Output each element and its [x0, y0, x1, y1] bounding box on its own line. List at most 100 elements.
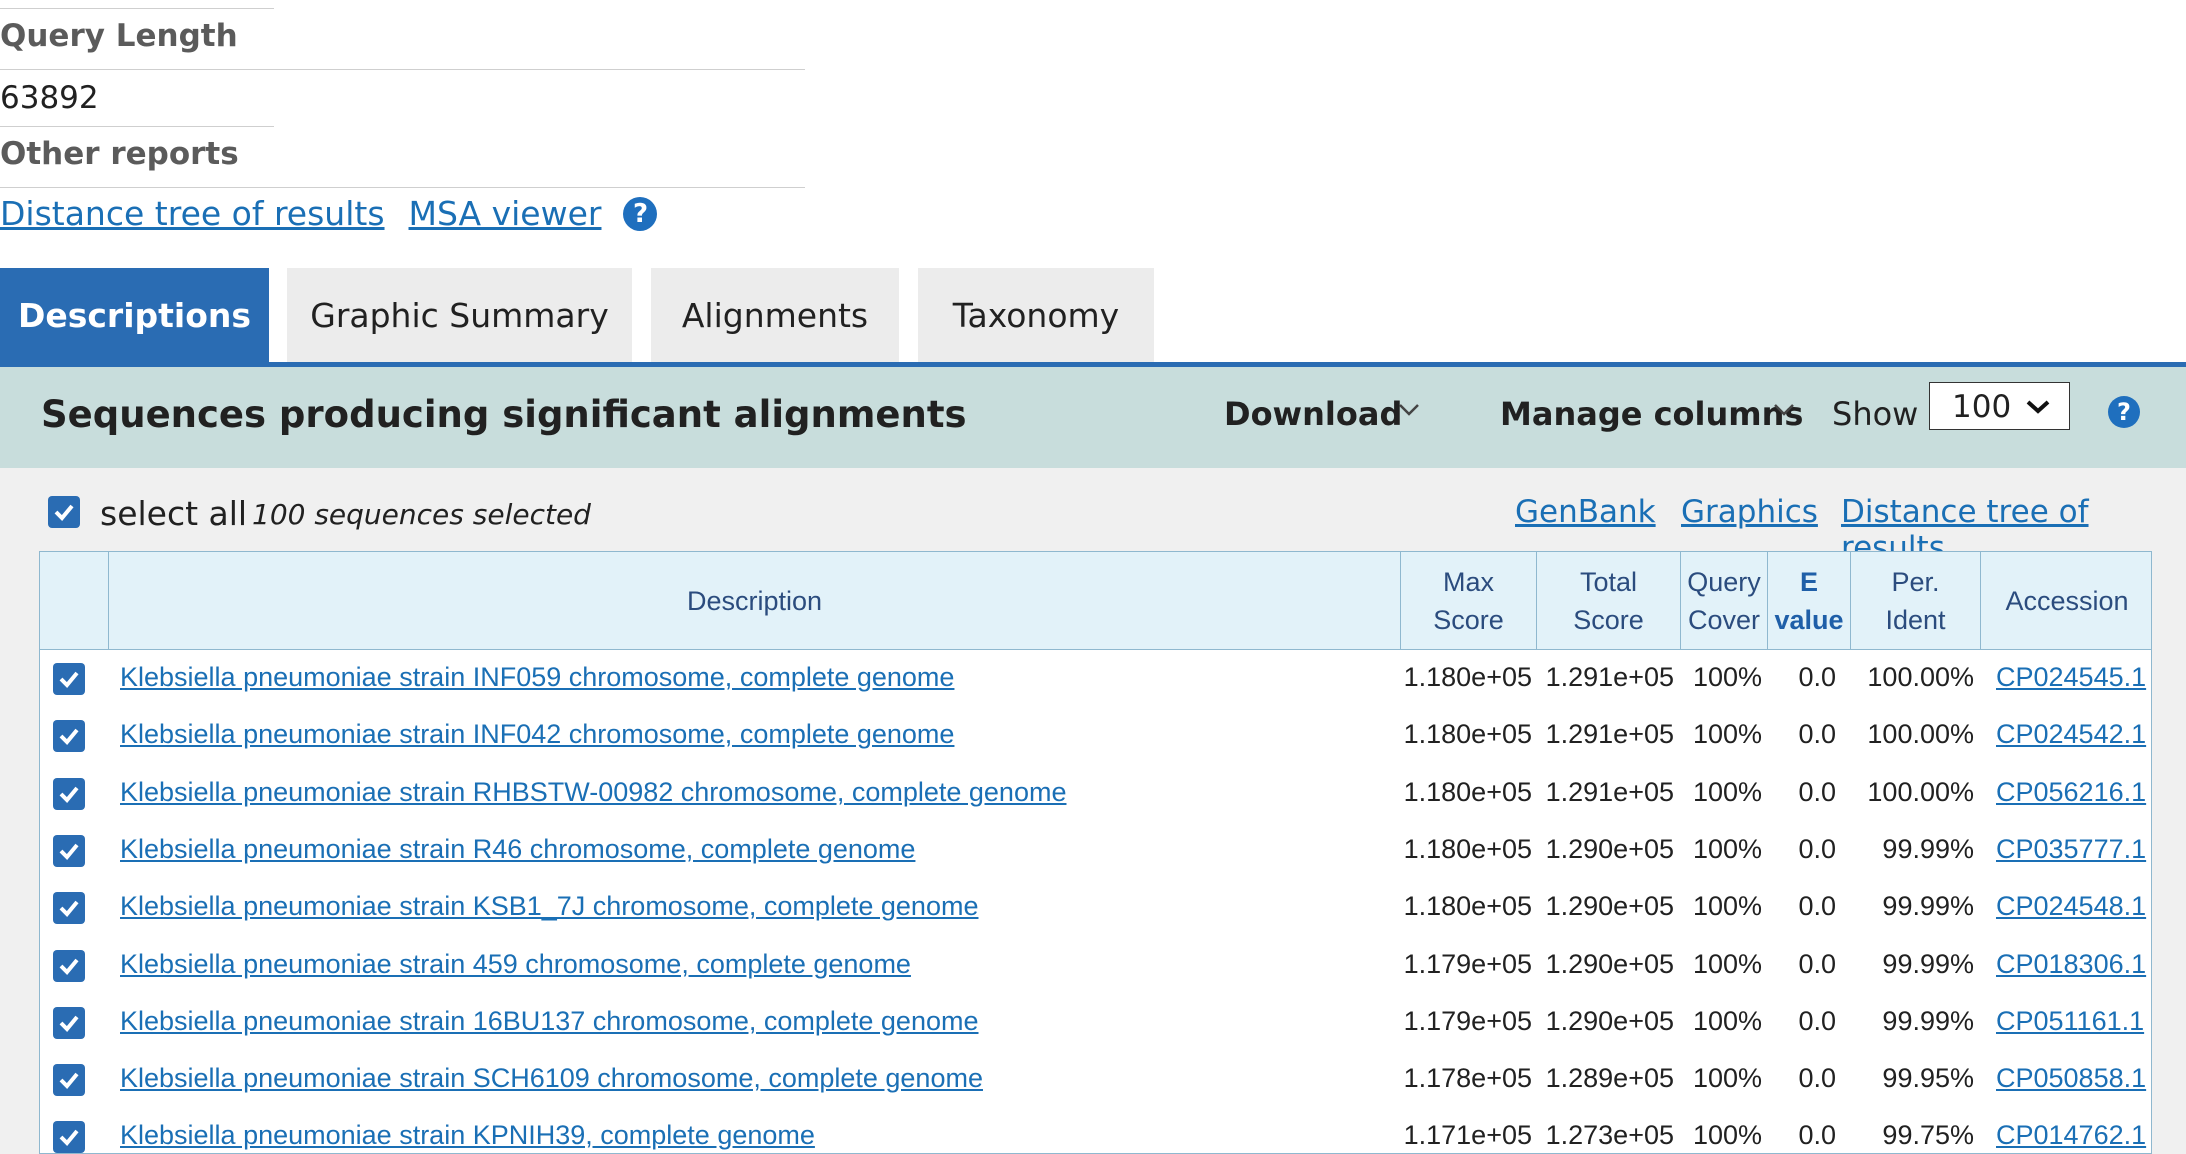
column-query-cover-line2: Cover — [1687, 604, 1761, 635]
row-query-cover: 100% — [1692, 891, 1762, 922]
row-per-ident: 99.99% — [1882, 1005, 1974, 1036]
divider — [0, 126, 274, 127]
row-checkbox[interactable] — [53, 1064, 85, 1097]
table-row: Klebsiella pneumoniae strain 16BU137 chr… — [40, 994, 2151, 1051]
row-total-score: 1.290e+05 — [1545, 948, 1674, 979]
row-query-cover: 100% — [1692, 719, 1762, 750]
show-label: Show — [1832, 395, 1919, 433]
row-accession-link[interactable]: CP035777.1 — [1996, 834, 2146, 865]
row-checkbox[interactable] — [53, 777, 85, 810]
show-count-value: 100 — [1952, 389, 2012, 425]
results-title: Sequences producing significant alignmen… — [41, 393, 967, 436]
column-total-score-line2: Score — [1573, 604, 1644, 635]
genbank-link[interactable]: GenBank — [1515, 494, 1656, 530]
row-accession-link[interactable]: CP051161.1 — [1996, 1006, 2144, 1037]
tab-alignments[interactable]: Alignments — [651, 268, 899, 362]
help-icon[interactable]: ? — [623, 196, 658, 231]
row-checkbox[interactable] — [53, 892, 85, 925]
column-per-ident[interactable]: Per. Ident — [1851, 552, 1980, 649]
row-description-link[interactable]: Klebsiella pneumoniae strain KSB1_7J chr… — [120, 891, 978, 922]
row-query-cover: 100% — [1692, 833, 1762, 864]
row-description-link[interactable]: Klebsiella pneumoniae strain RHBSTW-0098… — [120, 777, 1066, 808]
row-max-score: 1.180e+05 — [1403, 891, 1532, 922]
row-description-link[interactable]: Klebsiella pneumoniae strain 16BU137 chr… — [120, 1006, 979, 1037]
column-max-score[interactable]: Max Score — [1401, 552, 1536, 649]
row-max-score: 1.180e+05 — [1403, 833, 1532, 864]
row-per-ident: 99.95% — [1882, 1063, 1974, 1094]
row-total-score: 1.273e+05 — [1545, 1120, 1674, 1151]
column-query-cover[interactable]: Query Cover — [1681, 552, 1767, 649]
row-accession-link[interactable]: CP014762.1 — [1996, 1120, 2146, 1151]
row-checkbox[interactable] — [53, 720, 85, 753]
row-max-score: 1.179e+05 — [1403, 948, 1532, 979]
row-per-ident: 100.00% — [1867, 776, 1974, 807]
msa-viewer-link[interactable]: MSA viewer — [409, 194, 602, 233]
row-total-score: 1.291e+05 — [1545, 719, 1674, 750]
tab-taxonomy[interactable]: Taxonomy — [918, 268, 1154, 362]
other-reports-label: Other reports — [0, 136, 239, 172]
help-icon[interactable]: ? — [2108, 396, 2140, 428]
row-total-score: 1.291e+05 — [1545, 776, 1674, 807]
row-checkbox[interactable] — [53, 949, 85, 982]
row-accession-link[interactable]: CP018306.1 — [1996, 949, 2146, 980]
row-per-ident: 100.00% — [1867, 719, 1974, 750]
manage-columns-menu[interactable]: Manage columns — [1500, 395, 1803, 433]
row-checkbox[interactable] — [53, 663, 85, 695]
graphics-link[interactable]: Graphics — [1681, 494, 1818, 530]
row-accession-link[interactable]: CP050858.1 — [1996, 1063, 2146, 1094]
row-max-score: 1.179e+05 — [1403, 1005, 1532, 1036]
column-accession[interactable]: Accession — [1981, 552, 2151, 649]
row-total-score: 1.290e+05 — [1545, 891, 1674, 922]
row-e-value: 0.0 — [1798, 776, 1836, 807]
table-row: Klebsiella pneumoniae strain R46 chromos… — [40, 822, 2151, 879]
column-max-score-line1: Max — [1442, 566, 1494, 597]
row-checkbox[interactable] — [53, 834, 85, 867]
row-query-cover: 100% — [1692, 662, 1762, 692]
row-e-value: 0.0 — [1798, 719, 1836, 750]
row-e-value: 0.0 — [1798, 891, 1836, 922]
row-description-link[interactable]: Klebsiella pneumoniae strain 459 chromos… — [120, 949, 911, 980]
row-accession-link[interactable]: CP024545.1 — [1996, 662, 2146, 693]
tab-graphic-summary[interactable]: Graphic Summary — [287, 268, 632, 362]
divider — [0, 8, 274, 9]
checkmark-icon — [59, 671, 79, 688]
table-header: Description Max Score Total Score Query Cov… — [40, 552, 2151, 650]
row-description-link[interactable]: Klebsiella pneumoniae strain SCH6109 chr… — [120, 1063, 983, 1094]
row-accession-link[interactable]: CP024542.1 — [1996, 719, 2146, 750]
selection-bar: select all 100 sequences selected GenBan… — [0, 468, 2186, 566]
tab-descriptions[interactable]: Descriptions — [0, 268, 269, 362]
column-e-value-line1: E — [1799, 566, 1818, 597]
result-tabs: Descriptions Graphic Summary Alignments … — [0, 268, 1173, 362]
column-description[interactable]: Description — [109, 552, 1400, 649]
distance-tree-link[interactable]: Distance tree of results — [0, 194, 385, 233]
row-description-link[interactable]: Klebsiella pneumoniae strain INF042 chro… — [120, 719, 954, 750]
column-query-cover-line1: Query — [1687, 566, 1761, 597]
row-accession-link[interactable]: CP056216.1 — [1996, 777, 2146, 808]
row-e-value: 0.0 — [1798, 1120, 1836, 1151]
row-max-score: 1.171e+05 — [1403, 1120, 1532, 1151]
column-total-score[interactable]: Total Score — [1537, 552, 1680, 649]
row-per-ident: 99.99% — [1882, 891, 1974, 922]
chevron-down-icon[interactable] — [1398, 403, 1420, 417]
row-description-link[interactable]: Klebsiella pneumoniae strain INF059 chro… — [120, 662, 954, 693]
row-e-value: 0.0 — [1798, 948, 1836, 979]
table-row: Klebsiella pneumoniae strain INF059 chro… — [40, 650, 2151, 707]
row-total-score: 1.291e+05 — [1545, 662, 1674, 692]
row-checkbox[interactable] — [53, 1006, 85, 1039]
table-row: Klebsiella pneumoniae strain KSB1_7J chr… — [40, 879, 2151, 936]
download-menu[interactable]: Download — [1224, 395, 1402, 433]
row-total-score: 1.290e+05 — [1545, 1005, 1674, 1036]
select-all-checkbox[interactable] — [48, 496, 80, 528]
row-accession-link[interactable]: CP024548.1 — [1996, 891, 2146, 922]
show-count-select[interactable]: 100 — [1929, 382, 2070, 430]
row-description-link[interactable]: Klebsiella pneumoniae strain KPNIH39, co… — [120, 1120, 815, 1151]
select-all-label[interactable]: select all — [100, 494, 247, 533]
column-e-value[interactable]: Evalue — [1768, 552, 1850, 649]
divider — [0, 69, 805, 70]
row-description-link[interactable]: Klebsiella pneumoniae strain R46 chromos… — [120, 834, 915, 865]
row-query-cover: 100% — [1692, 1120, 1762, 1151]
row-e-value: 0.0 — [1798, 833, 1836, 864]
query-length-value: 63892 — [0, 80, 99, 116]
row-checkbox[interactable] — [53, 1121, 85, 1153]
chevron-down-icon[interactable] — [1773, 403, 1795, 417]
